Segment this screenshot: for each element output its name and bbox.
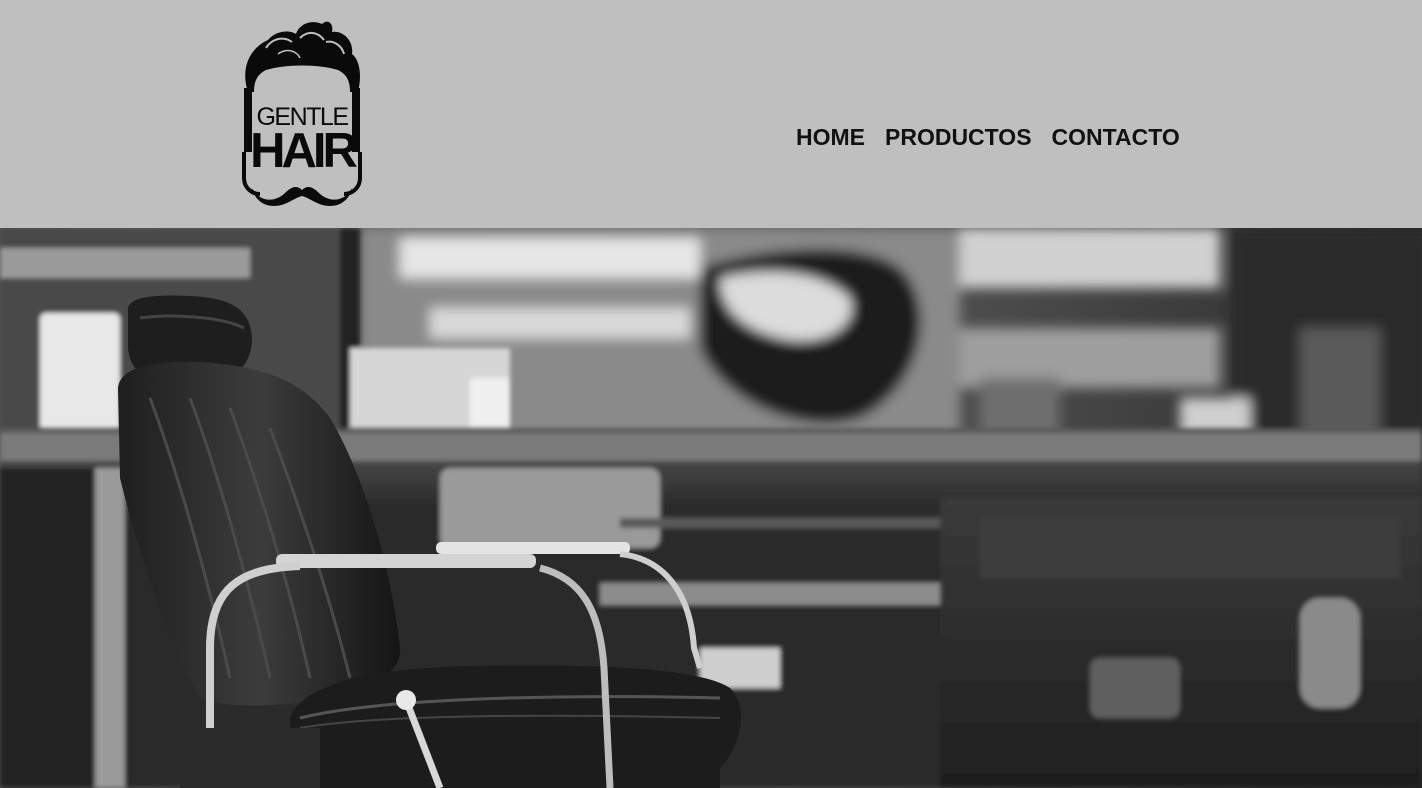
nav-item-home[interactable]: HOME [796, 124, 865, 151]
nav-item-productos[interactable]: PRODUCTOS [885, 124, 1032, 151]
hero-image [0, 228, 1422, 788]
nav-item-contacto[interactable]: CONTACTO [1052, 124, 1180, 151]
logo-text-hair: HAIR [250, 124, 358, 178]
main-nav: HOME PRODUCTOS CONTACTO [796, 124, 1180, 151]
site-logo[interactable]: GENTLE HAIR [238, 18, 366, 208]
page: GENTLE HAIR HOME PRODUCTOS CONTACTO [0, 0, 1422, 788]
site-header: GENTLE HAIR HOME PRODUCTOS CONTACTO [0, 0, 1422, 228]
barbershop-photo [0, 228, 1422, 788]
